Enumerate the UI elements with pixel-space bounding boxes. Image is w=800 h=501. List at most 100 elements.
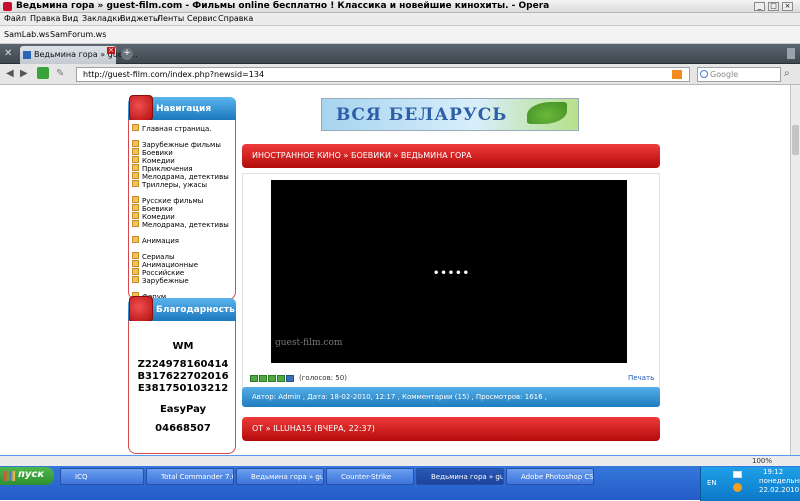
votes-count: (голосов: 50) — [299, 374, 347, 382]
window-title: Ведьмина гора » guest-film.com - Фильмы … — [16, 1, 550, 11]
back-icon[interactable]: ◀ — [6, 68, 14, 79]
tools-icon[interactable]: ✕ — [4, 48, 12, 59]
nav-foreign-action[interactable]: Боевики — [132, 148, 173, 157]
nav-series-foreign[interactable]: Зарубежные — [132, 276, 189, 285]
tv-icon — [129, 95, 153, 121]
task-counter-strike-label: Counter-Strike — [341, 473, 392, 481]
tab-active[interactable]: Ведьмина гора » guest... × — [20, 46, 138, 64]
nav-series-russian[interactable]: Российские — [132, 268, 184, 277]
tab-favicon-icon — [23, 51, 31, 59]
address-bar: ◀ ▶ ✎ http://guest-film.com/index.php?ne… — [0, 64, 800, 85]
nav-foreign-films[interactable]: Зарубежные фильмы — [132, 140, 221, 149]
nav-foreign-comedy[interactable]: Комедии — [132, 156, 175, 165]
forward-icon[interactable]: ▶ — [20, 68, 28, 79]
url-input[interactable]: http://guest-film.com/index.php?newsid=1… — [76, 67, 690, 82]
thanks-panel-header: Благодарность — [128, 296, 236, 322]
task-total-commander[interactable]: Total Commander 7.0... — [146, 468, 234, 485]
bookmark-samforum[interactable]: SamForum.ws — [50, 30, 106, 39]
rating-star-4[interactable] — [277, 375, 285, 382]
menu-feeds[interactable]: Ленты — [157, 14, 184, 23]
wm-purse-b: B317622702016 — [137, 371, 229, 382]
reload-icon[interactable] — [37, 67, 49, 79]
breadcrumb-bar: ИНОСТРАННОЕ КИНО » БОЕВИКИ » ВЕДЬМИНА ГО… — [242, 144, 660, 168]
window-titlebar: Ведьмина гора » guest-film.com - Фильмы … — [0, 0, 800, 13]
nav-series-animated[interactable]: Анимационные — [132, 260, 198, 269]
search-placeholder: Google — [710, 70, 739, 79]
language-indicator[interactable]: EN — [707, 479, 717, 487]
nav-russian-films[interactable]: Русские фильмы — [132, 196, 203, 205]
nav-russian-melodrama[interactable]: Мелодрама, детективы — [132, 220, 229, 229]
task-photoshop-label: Adobe Photoshop CS4 — [521, 473, 594, 481]
task-opera-1[interactable]: Ведьмина гора » gu... — [236, 468, 324, 485]
start-label: пуск — [18, 469, 45, 480]
rating-star-3[interactable] — [268, 375, 276, 382]
task-opera-2[interactable]: Ведьмина гора » gu... — [416, 468, 504, 485]
close-icon[interactable]: × — [782, 2, 793, 11]
task-photoshop[interactable]: Adobe Photoshop CS4 — [506, 468, 594, 485]
menu-bookmarks[interactable]: Закладки — [82, 14, 122, 23]
globe-icon — [129, 296, 153, 322]
nav-foreign-melodrama[interactable]: Мелодрама, детективы — [132, 172, 229, 181]
zoom-level[interactable]: 100% — [752, 457, 772, 465]
rating-star-1[interactable] — [250, 375, 258, 382]
easypay-label: EasyPay — [159, 404, 207, 415]
scrollbar-thumb[interactable] — [792, 125, 799, 155]
tab-close-icon[interactable]: × — [107, 47, 115, 54]
banner-ad[interactable]: ВСЯ БЕЛАРУСЬ — [321, 98, 579, 131]
nav-russian-action[interactable]: Боевики — [132, 204, 173, 213]
leaf-icon — [527, 102, 567, 124]
rss-icon[interactable] — [672, 70, 682, 79]
video-player[interactable]: ••••• guest-film.com — [271, 180, 627, 363]
task-icq[interactable]: ICQ — [60, 468, 144, 485]
task-opera-1-label: Ведьмина гора » gu... — [251, 473, 324, 481]
maximize-icon[interactable]: □ — [768, 2, 779, 11]
banner-text: ВСЯ БЕЛАРУСЬ — [336, 105, 508, 125]
search-input[interactable]: Google — [697, 67, 781, 82]
menu-tools[interactable]: Сервис — [187, 14, 217, 23]
menu-widgets[interactable]: Виджеты — [120, 14, 159, 23]
nav-animation[interactable]: Анимация — [132, 236, 179, 245]
clock-date: 22.02.2010 — [759, 486, 800, 494]
nav-panel-header: Навигация — [128, 95, 236, 121]
mail-icon[interactable] — [733, 471, 742, 478]
clock-time[interactable]: 19:12 — [763, 468, 783, 476]
task-icq-label: ICQ — [75, 473, 88, 481]
windows-logo-icon — [4, 471, 15, 481]
new-tab-icon[interactable]: + — [121, 48, 133, 60]
post-meta: Автор: Admin , Дата: 18-02-2010, 12:17 ,… — [252, 393, 548, 401]
task-opera-2-label: Ведьмина гора » gu... — [431, 473, 504, 481]
nav-foreign-adventure[interactable]: Приключения — [132, 164, 193, 173]
rating-star-5[interactable] — [286, 375, 294, 382]
system-tray: EN 19:12 понедельник 22.02.2010 — [700, 467, 800, 501]
trash-icon[interactable] — [787, 48, 795, 59]
page-scrollbar[interactable] — [790, 85, 800, 455]
menu-file[interactable]: Файл — [4, 14, 26, 23]
menu-bar: Файл Правка Вид Закладки Виджеты Ленты С… — [0, 13, 800, 26]
menu-view[interactable]: Вид — [62, 14, 78, 23]
task-counter-strike[interactable]: Counter-Strike — [326, 468, 414, 485]
loading-indicator: ••••• — [433, 268, 470, 279]
bookmark-samlab[interactable]: SamLab.ws — [4, 30, 49, 39]
search-go-icon[interactable]: ⌕ — [784, 68, 790, 79]
nav-series[interactable]: Сериалы — [132, 252, 174, 261]
print-link[interactable]: Печать — [628, 374, 654, 382]
rating-star-2[interactable] — [259, 375, 267, 382]
nav-foreign-thriller[interactable]: Триллеры, ужасы — [132, 180, 207, 189]
easypay-number: 04668507 — [155, 423, 211, 434]
breadcrumb[interactable]: ИНОСТРАННОЕ КИНО » БОЕВИКИ » ВЕДЬМИНА ГО… — [252, 151, 472, 160]
task-total-commander-label: Total Commander 7.0... — [161, 473, 233, 481]
wm-purse-e: E381750103212 — [137, 383, 229, 394]
comment-header-bar: ОТ » ILLUHA15 (ВЧЕРА, 22:37) — [242, 417, 660, 441]
start-button[interactable]: пуск — [0, 467, 54, 485]
tab-bar: ✕ Ведьмина гора » guest... × + — [0, 44, 800, 64]
video-container: ••••• guest-film.com — [242, 173, 660, 388]
tray-app-icon[interactable] — [733, 483, 742, 492]
menu-edit[interactable]: Правка — [30, 14, 60, 23]
edit-icon[interactable]: ✎ — [56, 68, 64, 79]
menu-help[interactable]: Справка — [218, 14, 253, 23]
nav-home[interactable]: Главная страница. — [132, 124, 212, 133]
clock-day: понедельник — [759, 477, 800, 485]
nav-russian-comedy[interactable]: Комедии — [132, 212, 175, 221]
google-icon — [700, 70, 708, 78]
minimize-icon[interactable]: _ — [754, 2, 765, 11]
